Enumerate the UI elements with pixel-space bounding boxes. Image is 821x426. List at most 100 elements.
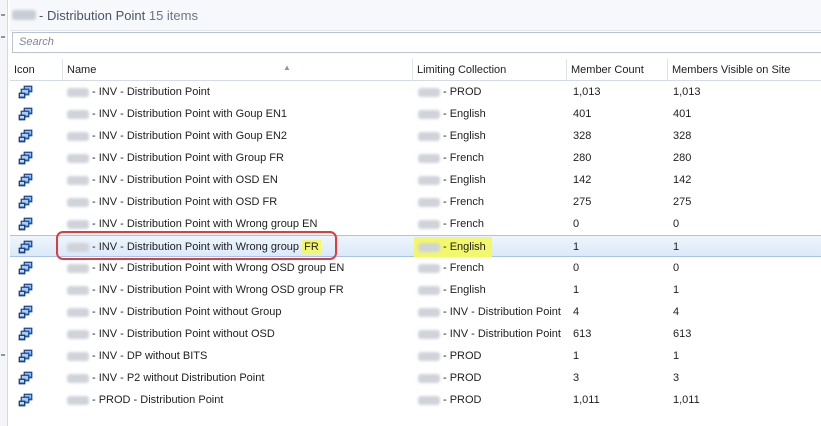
cell-limiting-collection: - English [416, 169, 486, 191]
cell-members-visible: 328 [673, 130, 692, 142]
redacted-site-code [12, 10, 36, 20]
pane-marker [1, 36, 5, 38]
column-header-limiting-collection[interactable]: Limiting Collection [413, 59, 567, 81]
cell-name: - INV - Distribution Point with OSD EN [65, 169, 278, 191]
cell-name: - INV - Distribution Point with Wrong OS… [65, 257, 344, 279]
device-collection-icon [18, 393, 33, 407]
column-header-name[interactable]: Name ▲ [63, 59, 413, 81]
device-collection-icon [18, 217, 33, 231]
row-icon-cell [14, 147, 34, 169]
collection-grid: Icon Name ▲ Limiting Collection Member Co… [10, 59, 821, 411]
table-row[interactable]: - INV - Distribution Point with OSD EN - … [10, 169, 821, 191]
cell-members-visible: 1,013 [673, 86, 701, 98]
cell-name: - INV - Distribution Point without OSD [65, 323, 275, 345]
cell-name-text: - INV - Distribution Point with Wrong gr… [92, 218, 318, 230]
column-header-members-visible[interactable]: Members Visible on Site [668, 59, 821, 81]
redacted-site-code [67, 197, 89, 207]
device-collection-icon [18, 195, 33, 209]
table-row[interactable]: - INV - Distribution Point without Group… [10, 301, 821, 323]
item-count: 15 items [148, 8, 198, 23]
redacted-site-code [418, 219, 440, 229]
table-row[interactable]: - INV - Distribution Point with Wrong gr… [10, 213, 821, 235]
table-row[interactable]: - INV - Distribution Point with Goup EN2… [10, 125, 821, 147]
column-header-row: Icon Name ▲ Limiting Collection Member Co… [10, 59, 821, 81]
redacted-site-code [418, 109, 440, 119]
cell-name: - INV - Distribution Point with Wrong OS… [65, 279, 344, 301]
cell-limiting-collection: - INV - Distribution Point [416, 323, 561, 345]
cell-member-count: 1 [573, 241, 580, 253]
cell-members-visible: 3 [673, 372, 680, 384]
row-icon-cell [14, 367, 34, 389]
table-row[interactable]: - INV - P2 without Distribution Point - P… [10, 367, 821, 389]
sort-ascending-icon: ▲ [283, 63, 291, 72]
cell-member-count: 275 [573, 196, 592, 208]
table-row[interactable]: - PROD - Distribution Point - PROD 1,011 1,… [10, 389, 821, 411]
table-row[interactable]: - INV - Distribution Point with Goup EN1… [10, 103, 821, 125]
table-row[interactable]: - INV - Distribution Point - PROD 1,013 1,0… [10, 81, 821, 103]
highlighted-name-suffix: FR [302, 240, 321, 254]
cell-limiting-collection-text: - French [443, 262, 484, 274]
cell-members-visible: 1 [673, 284, 680, 296]
pane-marker [1, 14, 5, 16]
cell-name-text: - INV - Distribution Point with OSD EN [92, 174, 278, 186]
column-header-member-count[interactable]: Member Count [567, 59, 668, 81]
redacted-site-code [418, 263, 440, 273]
table-row[interactable]: - INV - Distribution Point with Wrong OS… [10, 257, 821, 279]
table-row[interactable]: - INV - Distribution Point with Wrong gr… [10, 235, 821, 257]
redacted-site-code [67, 329, 89, 339]
cell-members-visible: 613 [673, 328, 692, 340]
row-icon-cell [14, 81, 34, 103]
cell-members-visible: 0 [673, 218, 680, 230]
cell-limiting-collection-text: - English [443, 174, 486, 186]
cell-member-count: 328 [573, 130, 592, 142]
table-row[interactable]: - INV - Distribution Point with Wrong OS… [10, 279, 821, 301]
redacted-site-code [418, 153, 440, 163]
redacted-site-code [67, 87, 89, 97]
cell-name-text: - INV - Distribution Point with OSD FR [92, 196, 278, 208]
redacted-site-code [67, 263, 89, 273]
redacted-site-code [67, 285, 89, 295]
redacted-site-code [67, 395, 89, 405]
device-collection-icon [18, 85, 33, 99]
table-row[interactable]: - INV - Distribution Point with Group FR… [10, 147, 821, 169]
cell-limiting-collection: - PROD [416, 345, 482, 367]
table-row[interactable]: - INV - DP without BITS - PROD 1 1 [10, 345, 821, 367]
cell-members-visible: 401 [673, 108, 692, 120]
row-icon-cell [14, 125, 34, 147]
device-collection-icon [18, 107, 33, 121]
search-input[interactable]: Search [12, 32, 821, 53]
cell-member-count: 1,011 [573, 394, 600, 406]
cell-limiting-collection-text: - English [443, 284, 486, 296]
cell-limiting-collection: - English [416, 279, 486, 301]
cell-name-text: - INV - Distribution Point with Goup EN1 [92, 108, 288, 120]
redacted-site-code [67, 175, 89, 185]
cell-members-visible: 1,011 [673, 394, 700, 406]
cell-limiting-collection-text: - PROD [443, 86, 482, 98]
table-row[interactable]: - INV - Distribution Point without OSD - … [10, 323, 821, 345]
cell-limiting-collection-text: - English [443, 241, 486, 253]
column-header-icon[interactable]: Icon [10, 59, 63, 81]
cell-name-text: - INV - Distribution Point without Group [92, 306, 282, 318]
cell-member-count: 3 [573, 372, 580, 384]
redacted-site-code [67, 242, 89, 252]
cell-limiting-collection-text: - French [443, 196, 484, 208]
cell-name-text: - INV - Distribution Point with Wrong OS… [92, 284, 344, 296]
cell-name-text: - INV - Distribution Point with Wrong gr… [92, 241, 300, 253]
cell-members-visible: 280 [673, 152, 692, 164]
cell-name: - INV - Distribution Point with Group FR [65, 147, 284, 169]
table-row[interactable]: - INV - Distribution Point with OSD FR - … [10, 191, 821, 213]
cell-member-count: 0 [573, 262, 580, 274]
row-icon-cell [14, 103, 34, 125]
cell-members-visible: 0 [673, 262, 680, 274]
row-icon-cell [14, 213, 34, 235]
row-icon-cell [14, 301, 34, 323]
redacted-site-code [418, 242, 440, 252]
cell-name: - INV - Distribution Point without Group [65, 301, 282, 323]
cell-limiting-collection-text: - INV - Distribution Point [443, 328, 561, 340]
cell-name-text: - PROD - Distribution Point [92, 394, 224, 406]
device-collection-icon [18, 240, 33, 254]
cell-members-visible: 275 [673, 196, 692, 208]
redacted-site-code [418, 351, 440, 361]
cell-limiting-collection: - PROD [416, 367, 482, 389]
device-collection-icon [18, 173, 33, 187]
